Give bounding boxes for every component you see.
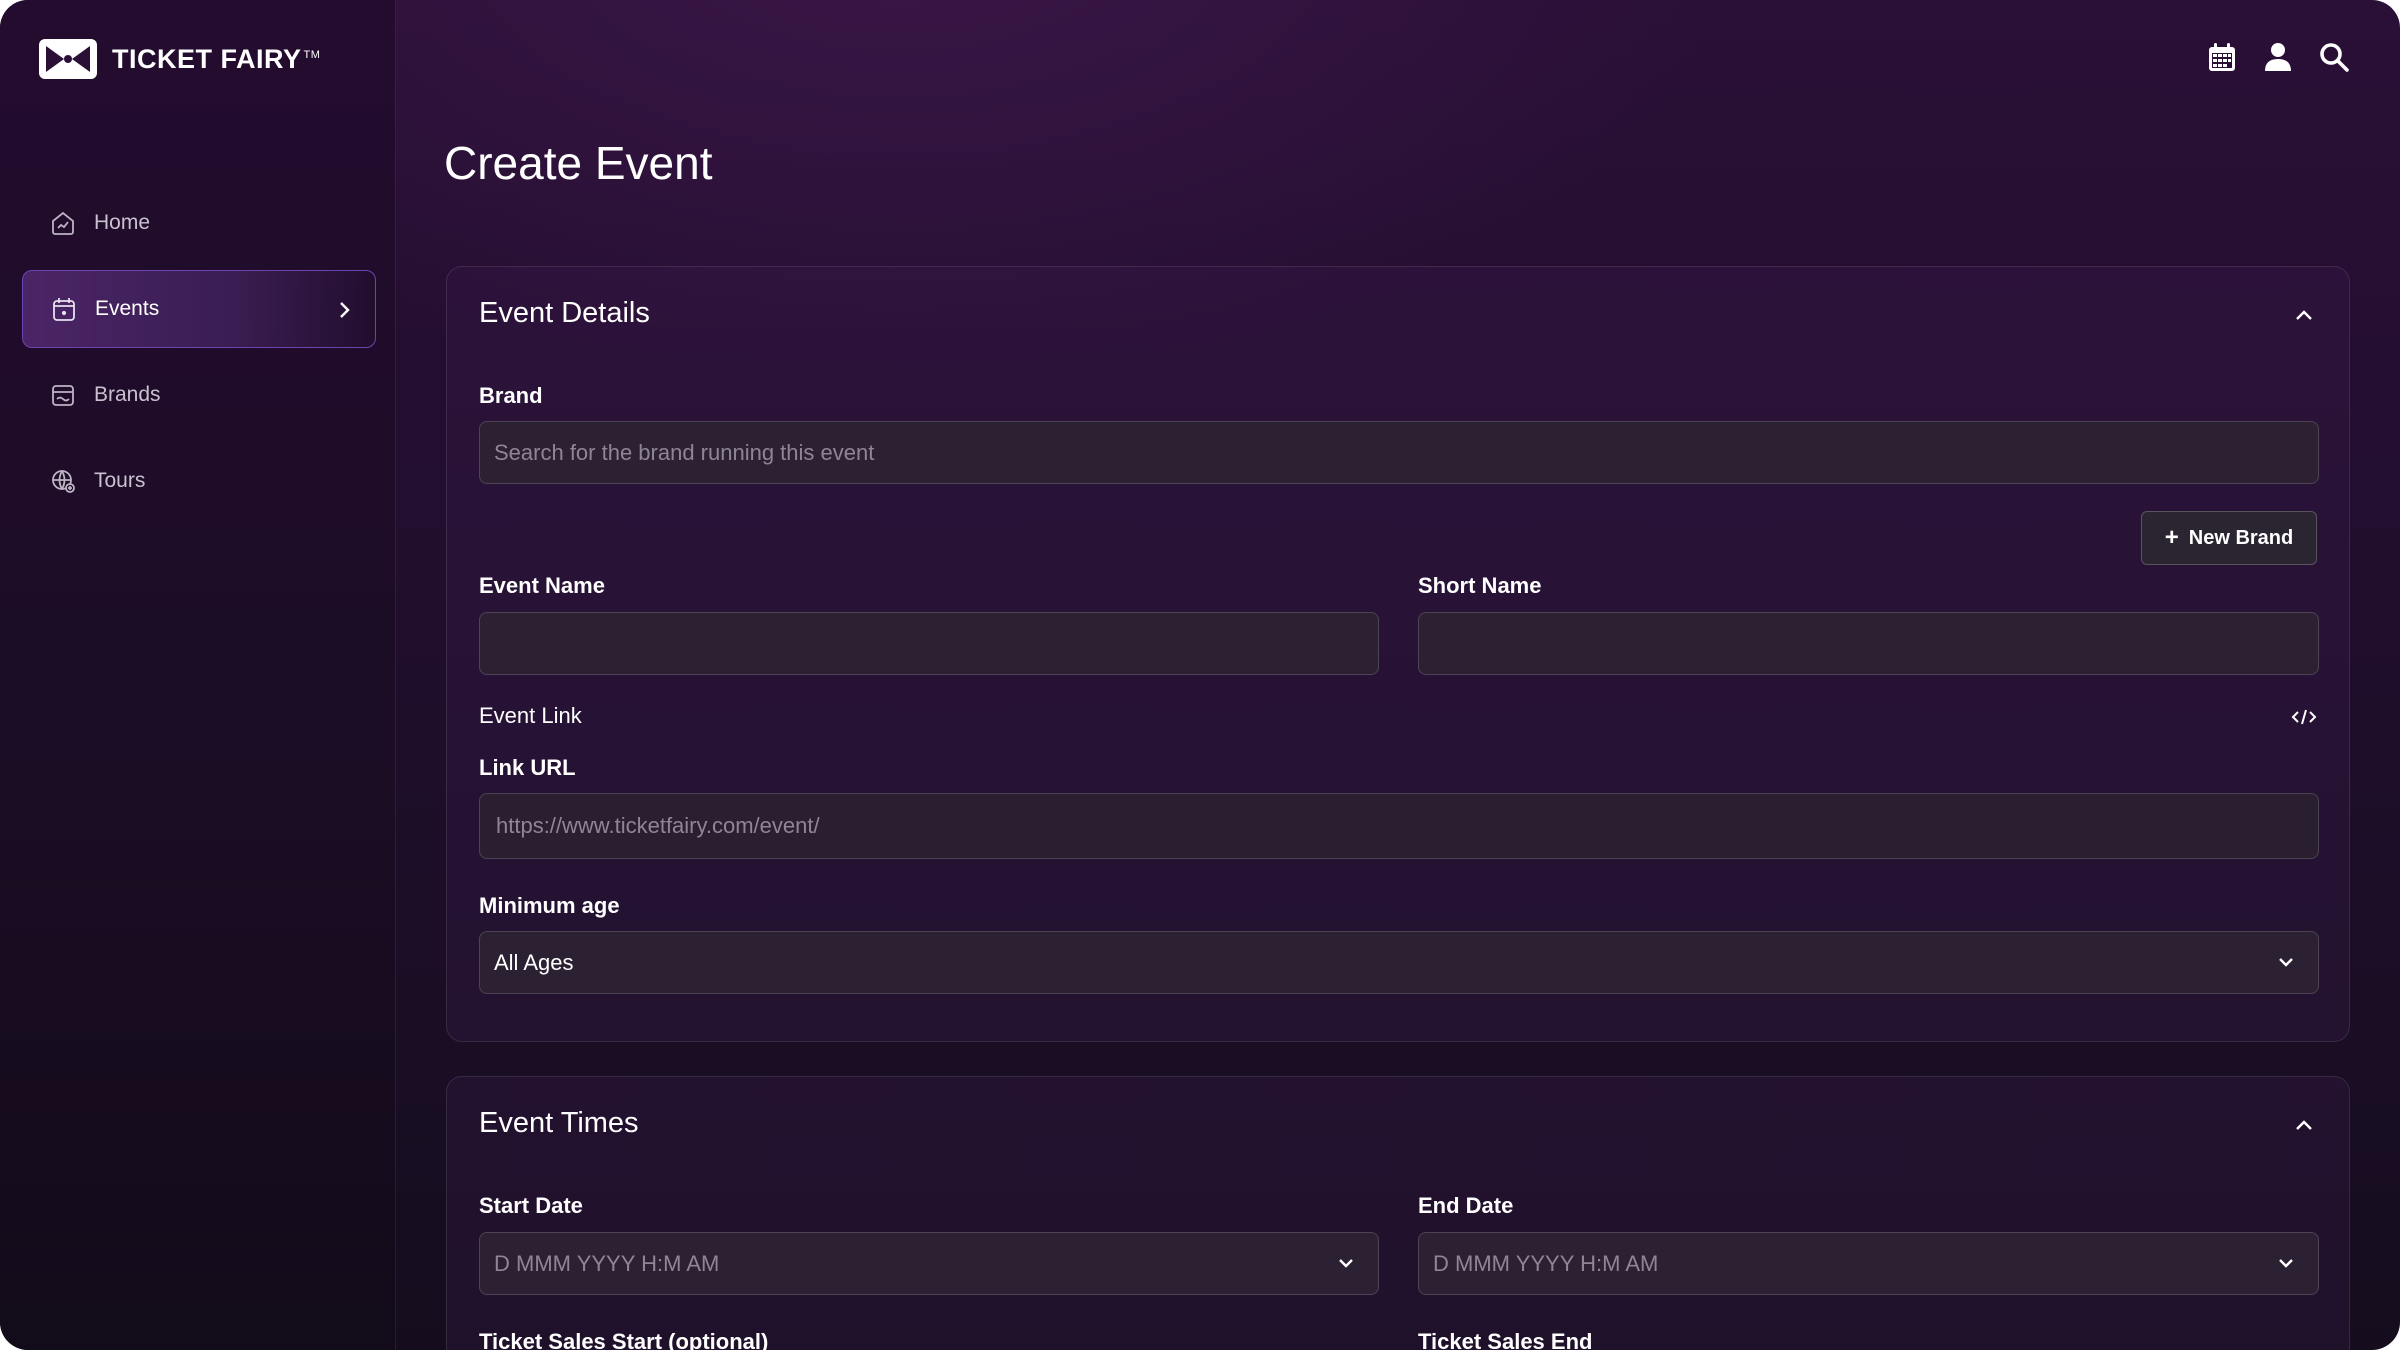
logo[interactable]: TICKET FAIRY TM [38,38,320,80]
calendar-icon [49,294,79,324]
store-icon [48,380,78,410]
end-date-label: End Date [1418,1193,1514,1218]
ticket-sales-end-label: Ticket Sales End [1418,1329,1593,1350]
sidebar-item-label: Brands [94,383,161,406]
header-actions [2206,40,2350,74]
event-name-field[interactable] [479,612,1379,675]
sidebar-item-label: Tours [94,469,146,492]
event-details-card: Event Details Brand Search for the brand… [446,266,2350,1042]
home-icon [48,208,78,238]
ticket-sales-start-label: Ticket Sales Start (optional) [479,1329,769,1350]
short-name-label: Short Name [1418,573,1542,598]
page-title: Create Event [444,137,713,189]
ticket-fairy-logo-icon [39,39,97,79]
start-date-label: Start Date [479,1193,583,1218]
link-url-field[interactable]: https://www.ticketfairy.com/event/ [479,793,2319,859]
brand-name: TICKET FAIRY TM [112,43,321,74]
link-url-placeholder: https://www.ticketfairy.com/event/ [496,813,820,838]
event-times-card: Event Times Start Date D MMM YYYY H:M AM… [446,1076,2350,1350]
chevron-down-icon [2279,958,2293,967]
sidebar-item-events[interactable]: Events [22,270,376,348]
plus-icon: + [2164,524,2179,551]
sidebar-item-label: Events [95,297,160,320]
globe-icon [48,466,78,496]
brand-label: Brand [479,383,543,408]
sidebar-item-label: Home [94,211,151,234]
chevron-right-icon [340,302,350,318]
minimum-age-label: Minimum age [479,893,620,918]
event-times-title: Event Times [479,1107,639,1139]
chevron-down-icon [2279,1259,2293,1268]
chevron-up-icon[interactable] [2293,1117,2315,1133]
sidebar-item-tours[interactable]: Tours [22,442,376,520]
calendar-icon[interactable] [2206,40,2238,74]
event-link-label: Event Link [479,703,582,728]
event-name-label: Event Name [479,573,605,598]
code-icon[interactable] [2291,707,2317,727]
new-brand-label: New Brand [2188,526,2294,549]
event-details-title: Event Details [479,297,650,329]
sidebar-item-brands[interactable]: Brands [22,356,376,434]
start-date-placeholder: D MMM YYYY H:M AM [494,1250,720,1276]
brand-search-input[interactable]: Search for the brand running this event [479,421,2319,484]
link-url-label: Link URL [479,755,576,780]
short-name-field[interactable] [1418,612,2319,675]
sidebar-item-home[interactable]: Home [22,184,376,262]
new-brand-button[interactable]: + New Brand [2141,511,2317,565]
end-date-placeholder: D MMM YYYY H:M AM [1433,1250,1659,1276]
brand-search-placeholder: Search for the brand running this event [494,439,875,465]
minimum-age-select[interactable]: All Ages [479,931,2319,994]
search-icon[interactable] [2318,40,2350,74]
sidebar: TICKET FAIRY TM Home Events Brands Tours [0,0,396,1350]
user-icon[interactable] [2262,40,2294,74]
end-date-picker[interactable]: D MMM YYYY H:M AM [1418,1232,2319,1295]
sidebar-nav: Home Events Brands Tours [22,184,376,528]
chevron-down-icon [1339,1259,1353,1268]
start-date-picker[interactable]: D MMM YYYY H:M AM [479,1232,1379,1295]
minimum-age-value: All Ages [494,949,574,975]
app-window: TICKET FAIRY TM Home Events Brands Tours… [0,0,2400,1350]
chevron-up-icon[interactable] [2293,307,2315,323]
